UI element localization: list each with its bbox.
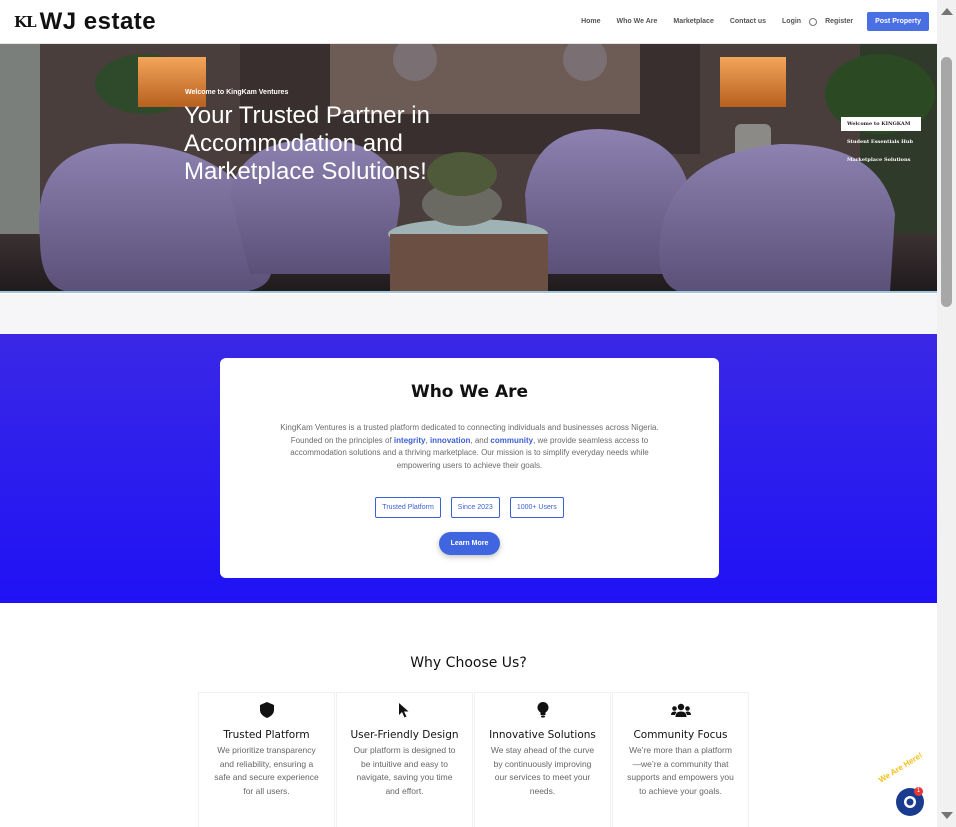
feature-text: We stay ahead of the curve by continuous… bbox=[490, 745, 595, 796]
chat-badge: 1 bbox=[914, 787, 923, 796]
logo-text: WJ estate bbox=[39, 8, 157, 35]
feature-text: Our platform is designed to be intuitive… bbox=[353, 745, 456, 796]
nav-contact[interactable]: Contact us bbox=[730, 18, 766, 25]
login-link[interactable]: Login bbox=[782, 18, 801, 25]
feature-card: Community Focus We’re more than a platfo… bbox=[612, 692, 749, 827]
post-property-button[interactable]: Post Property bbox=[867, 12, 929, 31]
nav-who-we-are[interactable]: Who We Are bbox=[617, 18, 658, 25]
top-navbar: KL WJ estate Home Who We Are Marketplace… bbox=[0, 0, 937, 44]
features-list: Trusted Platform We prioritize transpare… bbox=[198, 692, 750, 827]
who-we-are-card: Who We Are KingKam Ventures is a trusted… bbox=[220, 358, 719, 578]
vertical-scrollbar[interactable] bbox=[937, 0, 956, 827]
hero-title: Your Trusted Partner in Accommodation an… bbox=[184, 102, 430, 185]
tag-since: Since 2023 bbox=[450, 497, 500, 518]
hero-side-menu: Welcome to KINGKAM Student Essentials Hu… bbox=[841, 117, 921, 171]
tag-list: Trusted Platform Since 2023 1000+ Users bbox=[220, 497, 719, 518]
circle-icon bbox=[809, 17, 818, 26]
feature-title: User-Friendly Design bbox=[350, 729, 459, 741]
feature-text: We’re more than a platform—we’re a commu… bbox=[627, 745, 734, 796]
feature-title: Innovative Solutions bbox=[489, 729, 596, 741]
who-we-are-text: KingKam Ventures is a trusted platform d… bbox=[277, 422, 662, 472]
hero-eyebrow: Welcome to KingKam Ventures bbox=[185, 89, 289, 96]
chat-widget[interactable]: We Are Here! 1 bbox=[877, 751, 937, 823]
chat-label: We Are Here! bbox=[877, 750, 924, 785]
tag-trusted-platform: Trusted Platform bbox=[375, 497, 441, 518]
side-menu-item-marketplace[interactable]: Marketplace Solutions bbox=[841, 153, 921, 167]
nav-home[interactable]: Home bbox=[581, 18, 600, 25]
feature-card: Innovative Solutions We stay ahead of th… bbox=[474, 692, 611, 827]
integrity-highlight: integrity bbox=[393, 435, 426, 445]
side-menu-item-student-hub[interactable]: Student Essentials Hub bbox=[841, 135, 921, 149]
about-and: , and bbox=[470, 435, 491, 445]
logo-mark: KL bbox=[14, 13, 37, 31]
page: KL WJ estate Home Who We Are Marketplace… bbox=[0, 0, 956, 827]
feature-card: Trusted Platform We prioritize transpare… bbox=[198, 692, 335, 827]
innovation-highlight: innovation bbox=[429, 435, 471, 445]
register-link[interactable]: Register bbox=[825, 18, 853, 25]
main-nav: Home Who We Are Marketplace Contact us L… bbox=[573, 12, 929, 31]
why-choose-us-heading: Why Choose Us? bbox=[410, 655, 527, 671]
shield-icon bbox=[199, 701, 334, 719]
cursor-icon bbox=[337, 701, 472, 719]
community-highlight: community bbox=[490, 435, 534, 445]
nav-marketplace[interactable]: Marketplace bbox=[673, 18, 713, 25]
feature-title: Community Focus bbox=[633, 729, 728, 741]
scroll-up-arrow-icon[interactable] bbox=[941, 8, 953, 15]
hero-banner: Welcome to KingKam Ventures Your Trusted… bbox=[0, 44, 937, 293]
feature-card: User-Friendly Design Our platform is des… bbox=[336, 692, 473, 827]
logo[interactable]: KL WJ estate bbox=[14, 8, 156, 36]
feature-title: Trusted Platform bbox=[223, 729, 310, 741]
who-we-are-heading: Who We Are bbox=[410, 382, 529, 402]
lightbulb-icon bbox=[475, 701, 610, 719]
users-icon bbox=[613, 701, 748, 719]
spacer bbox=[0, 294, 937, 334]
scroll-thumb[interactable] bbox=[941, 57, 952, 307]
tag-users: 1000+ Users bbox=[509, 497, 564, 518]
feature-text: We prioritize transparency and reliabili… bbox=[214, 745, 319, 796]
side-menu-item-welcome[interactable]: Welcome to KINGKAM bbox=[841, 117, 921, 131]
scroll-down-arrow-icon[interactable] bbox=[941, 812, 953, 819]
who-we-are-section: Who We Are KingKam Ventures is a trusted… bbox=[0, 334, 937, 603]
learn-more-button[interactable]: Learn More bbox=[438, 532, 501, 555]
